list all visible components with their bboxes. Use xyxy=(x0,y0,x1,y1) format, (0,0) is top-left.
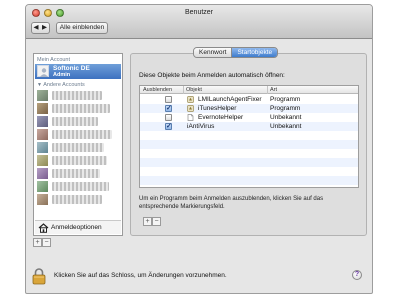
application-icon xyxy=(187,105,194,112)
item-name: iTunesHelper xyxy=(198,105,237,112)
my-account-header: Mein Account xyxy=(37,57,71,63)
list-item[interactable] xyxy=(35,102,121,115)
obscured-account-name xyxy=(52,130,112,139)
user-picture-icon xyxy=(40,68,48,77)
other-accounts-label: Andere Accounts xyxy=(43,82,85,88)
table-row[interactable]: ✓ iAntiVirus Unbekannt xyxy=(140,122,358,131)
remove-login-item-button[interactable]: − xyxy=(152,217,161,226)
item-name: EvernoteHelper xyxy=(198,114,244,121)
column-header-item[interactable]: Objekt xyxy=(186,87,202,93)
hide-checkbox[interactable] xyxy=(165,114,172,121)
obscured-account-name xyxy=(52,91,102,100)
tab-bar: Kennwort Startobjekte xyxy=(193,47,279,58)
accounts-list[interactable]: Mein Account Softonic DE Admin ▼ Andere … xyxy=(33,53,123,236)
account-picture-icon xyxy=(37,194,48,205)
account-picture-icon xyxy=(37,168,48,179)
list-item[interactable] xyxy=(35,141,121,154)
other-accounts-list xyxy=(35,89,121,213)
help-button[interactable]: ? xyxy=(352,270,362,280)
table-row xyxy=(140,131,358,140)
login-items-help-text: Um ein Programm beim Anmelden auszublend… xyxy=(139,196,324,210)
account-picture-icon xyxy=(37,142,48,153)
account-picture-icon xyxy=(37,103,48,114)
item-name: LMILaunchAgentFixer xyxy=(198,96,262,103)
list-item[interactable] xyxy=(35,180,121,193)
column-divider xyxy=(183,86,184,94)
tab-password[interactable]: Kennwort xyxy=(194,48,233,57)
account-name: Softonic DE xyxy=(53,65,90,72)
obscured-account-name xyxy=(52,104,110,113)
window-title: Benutzer xyxy=(184,9,214,16)
list-item[interactable] xyxy=(35,154,121,167)
lock-icon[interactable] xyxy=(32,268,46,285)
item-type: Unbekannt xyxy=(270,114,302,121)
account-role: Admin xyxy=(53,72,71,78)
list-item[interactable] xyxy=(35,115,121,128)
list-item[interactable] xyxy=(35,193,121,206)
house-icon xyxy=(38,223,49,233)
column-header-type[interactable]: Art xyxy=(270,87,277,93)
account-picture-icon xyxy=(37,129,48,140)
table-row[interactable]: LMILaunchAgentFixer Programm xyxy=(140,95,358,104)
item-type: Unbekannt xyxy=(270,123,302,130)
login-items-panel: Diese Objekte beim Anmelden automatisch … xyxy=(130,53,367,236)
table-row[interactable]: EvernoteHelper Unbekannt xyxy=(140,113,358,122)
table-header: Ausblenden Objekt Art xyxy=(140,86,358,94)
show-all-button[interactable]: Alle einblenden xyxy=(56,22,108,34)
table-row[interactable]: ✓ iTunesHelper Programm xyxy=(140,104,358,113)
login-items-intro: Diese Objekte beim Anmelden automatisch … xyxy=(139,72,285,79)
document-icon xyxy=(187,114,194,121)
hide-checkbox-checked[interactable]: ✓ xyxy=(165,123,172,130)
table-row xyxy=(140,149,358,158)
obscured-account-name xyxy=(52,117,98,126)
avatar xyxy=(37,65,49,77)
account-picture-icon xyxy=(37,90,48,101)
add-login-item-button[interactable]: + xyxy=(143,217,152,226)
table-row xyxy=(140,167,358,176)
account-picture-icon xyxy=(37,181,48,192)
obscured-account-name xyxy=(52,143,104,152)
item-type: Programm xyxy=(270,105,301,112)
login-options-label: Anmeldeoptionen xyxy=(51,224,102,231)
disclosure-triangle-icon: ▼ xyxy=(37,82,42,88)
obscured-account-name xyxy=(52,156,107,165)
list-item[interactable] xyxy=(35,128,121,141)
add-account-button[interactable]: + xyxy=(33,238,42,247)
lock-instruction-text: Klicken Sie auf das Schloss, um Änderung… xyxy=(54,272,227,279)
account-picture-icon xyxy=(37,155,48,166)
obscured-account-name xyxy=(52,195,102,204)
table-row xyxy=(140,158,358,167)
users-preferences-window: Benutzer ◀ ▶ Alle einblenden Mein Accoun… xyxy=(25,4,373,294)
other-accounts-header[interactable]: ▼ Andere Accounts xyxy=(37,82,85,88)
forward-button[interactable]: ▶ xyxy=(40,22,50,34)
list-item[interactable] xyxy=(35,89,121,102)
column-divider xyxy=(267,86,268,94)
account-item-selected[interactable]: Softonic DE Admin xyxy=(35,64,121,79)
column-header-hide[interactable]: Ausblenden xyxy=(143,87,172,93)
list-item[interactable] xyxy=(35,167,121,180)
account-picture-icon xyxy=(37,116,48,127)
remove-account-button[interactable]: − xyxy=(42,238,51,247)
obscured-account-name xyxy=(52,169,100,178)
application-icon xyxy=(187,96,194,103)
item-name: iAntiVirus xyxy=(187,123,215,130)
login-items-table[interactable]: Ausblenden Objekt Art LMILaunchAgentFixe… xyxy=(139,85,359,188)
item-type: Programm xyxy=(270,96,301,103)
hide-checkbox[interactable] xyxy=(165,96,172,103)
login-options-item[interactable]: Anmeldeoptionen xyxy=(35,220,121,234)
hide-checkbox-checked[interactable]: ✓ xyxy=(165,105,172,112)
tab-login-items[interactable]: Startobjekte xyxy=(232,48,278,57)
obscured-account-name xyxy=(52,182,109,191)
window-titlebar: Benutzer ◀ ▶ Alle einblenden xyxy=(26,5,372,39)
table-row xyxy=(140,140,358,149)
table-row xyxy=(140,176,358,185)
